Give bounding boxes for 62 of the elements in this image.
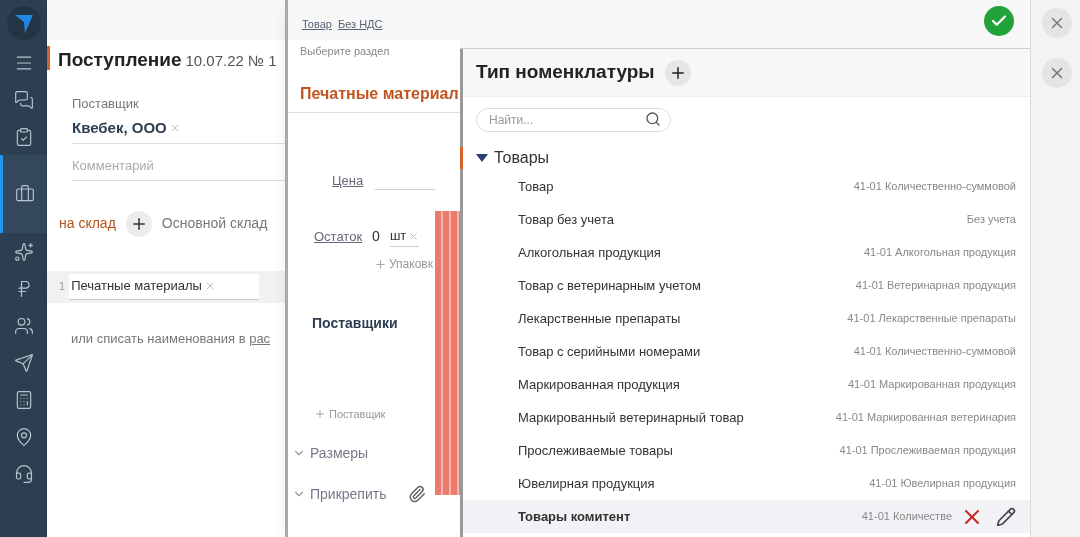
line-number: 1 bbox=[59, 279, 66, 295]
type-row[interactable]: Лекарственные препараты 41-01 Лекарственные препараты bbox=[463, 302, 1030, 335]
paperclip-icon[interactable] bbox=[408, 485, 427, 503]
account-text: 41-01 Маркированная ветеринария bbox=[835, 410, 1016, 426]
headset-icon bbox=[13, 463, 34, 484]
plus-icon bbox=[314, 408, 326, 421]
account-text: 41-01 Маркированная продукция bbox=[847, 377, 1016, 393]
account-text: 41-01 Ювелирная продукция bbox=[869, 476, 1016, 492]
comment-field[interactable]: Комментарий bbox=[72, 156, 287, 181]
type-row[interactable]: Товар 41-01 Количественно-суммовой bbox=[463, 170, 1030, 203]
account-text: 41-01 Лекарственные препараты bbox=[847, 311, 1016, 327]
type-row[interactable]: Товар с ветеринарным учетом 41-01 Ветеринарная продукция bbox=[463, 269, 1030, 302]
send-icon bbox=[13, 352, 34, 373]
search-field[interactable]: Найти... bbox=[476, 108, 671, 132]
search-icon[interactable] bbox=[645, 111, 661, 127]
chat-icon bbox=[13, 89, 34, 110]
type-row[interactable]: Товары комитент 41-01 Количестве bbox=[463, 500, 1030, 533]
document-date: 10.07.22 bbox=[185, 51, 244, 71]
type-row[interactable]: Ювелирная продукция 41-01 Ювелирная продукция bbox=[463, 467, 1030, 500]
section-toggle[interactable]: Прикрепить bbox=[292, 483, 387, 505]
type-row[interactable]: Товар с серийными номерами 41-01 Количественно-суммовой bbox=[463, 335, 1030, 368]
supplier-label: Поставщик bbox=[72, 95, 140, 113]
warehouse-name[interactable]: Основной склад bbox=[161, 213, 268, 234]
unit-field[interactable]: шт bbox=[389, 226, 420, 247]
section-toggle[interactable]: Размеры bbox=[292, 442, 369, 464]
account-text: 41-01 Прослеживаемая продукция bbox=[839, 443, 1016, 459]
document-title: Поступление bbox=[58, 48, 182, 72]
account-text: 41-01 Количественно-суммовой bbox=[853, 344, 1016, 360]
breadcrumb-link[interactable]: Товар bbox=[302, 15, 332, 33]
footer-link[interactable]: рас bbox=[249, 330, 271, 346]
type-row[interactable]: Алкогольная продукция 41-01 Алкогольная продукция bbox=[463, 236, 1030, 269]
sparkle-icon bbox=[13, 241, 34, 262]
stock-link[interactable]: Остаток bbox=[314, 226, 363, 247]
type-row[interactable]: Товар без учета Без учета bbox=[463, 203, 1030, 236]
document-number: № 1 bbox=[247, 51, 277, 71]
people-icon bbox=[13, 315, 34, 336]
account-text: 41-01 Ветеринарная продукция bbox=[855, 278, 1016, 294]
add-type-button[interactable] bbox=[664, 59, 691, 86]
item-field[interactable]: Печатные материалы bbox=[69, 273, 260, 300]
add-button[interactable] bbox=[125, 210, 152, 237]
suppliers-heading: Поставщики bbox=[311, 314, 399, 333]
stock-value: 0 bbox=[372, 227, 380, 246]
footer-text: или списать наименования в bbox=[71, 330, 247, 346]
briefcase-icon bbox=[15, 184, 35, 204]
account-text: 41-01 Алкогольная продукция bbox=[863, 245, 1016, 261]
triangle-icon bbox=[476, 154, 488, 162]
pencil-icon[interactable] bbox=[996, 506, 1016, 527]
type-row[interactable]: Маркированный ветеринарный товар 41-01 Маркированная ветеринария bbox=[463, 401, 1030, 434]
section-hint: Выберите раздел bbox=[299, 44, 391, 59]
type-row[interactable]: Маркированная продукция 41-01 Маркированная продукция bbox=[463, 368, 1030, 401]
sidebar-item[interactable] bbox=[0, 155, 47, 233]
logo-icon[interactable] bbox=[6, 6, 41, 40]
account-text: Без учета bbox=[966, 212, 1016, 228]
type-row[interactable]: Прослеживаемые товары 41-01 Прослеживаемая продукция bbox=[463, 434, 1030, 467]
group-toggle[interactable]: Товары bbox=[476, 146, 550, 170]
warehouse-label: на склад bbox=[59, 214, 116, 233]
price-link[interactable]: Цена bbox=[332, 170, 364, 190]
account-text: 41-01 Количестве bbox=[861, 509, 952, 525]
breadcrumb-link[interactable]: Без НДС bbox=[337, 15, 383, 33]
plus-icon bbox=[374, 257, 387, 271]
picker-title: Тип номенклатуры bbox=[476, 60, 655, 85]
account-text: 41-01 Количественно-суммовой bbox=[853, 179, 1016, 195]
